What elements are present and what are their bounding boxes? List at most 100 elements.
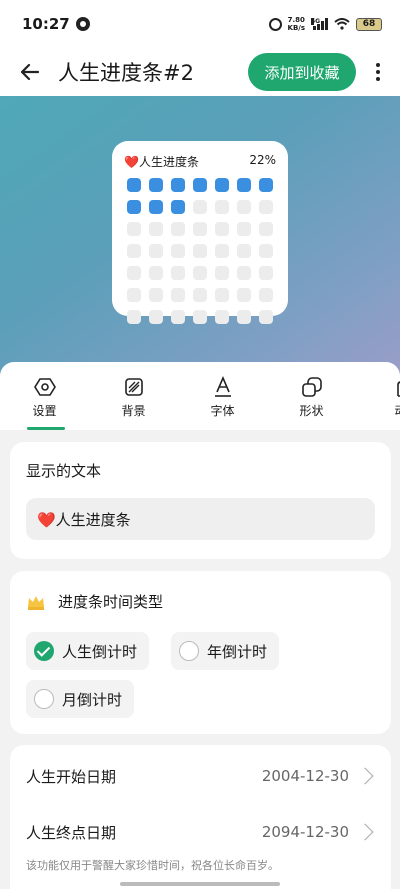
progress-dot-empty: [193, 288, 207, 302]
widget-header: ❤️人生进度条 22%: [124, 153, 276, 170]
progress-dot-empty: [237, 266, 251, 280]
add-to-favorites-button[interactable]: 添加到收藏: [248, 53, 356, 91]
progress-dot-empty: [215, 244, 229, 258]
progress-dot-empty: [215, 266, 229, 280]
progress-dot-empty: [149, 266, 163, 280]
status-indicators: 7.80 KB/s 5G 68: [268, 16, 382, 32]
tab-label: 动: [394, 402, 400, 419]
progress-dot-empty: [259, 244, 273, 258]
progress-dot-empty: [237, 288, 251, 302]
progress-dot-empty: [171, 222, 185, 236]
radio-unchecked-icon: [179, 641, 200, 661]
signal-tag: 5G: [311, 18, 321, 25]
progress-dot-empty: [149, 310, 163, 324]
radio-row: 月倒计时: [26, 680, 375, 718]
progress-dot-empty: [171, 244, 185, 258]
progress-dot-empty: [127, 310, 141, 324]
progress-dot-filled: [127, 178, 141, 192]
progress-dot-filled: [259, 178, 273, 192]
chevron-right-icon: [356, 767, 374, 785]
signal-icon: 5G: [311, 18, 328, 30]
widget-label: ❤️人生进度条: [124, 155, 199, 169]
progress-dot-grid: [127, 178, 276, 324]
progress-dot-empty: [237, 310, 251, 324]
widget-preview: ❤️人生进度条 22%: [0, 96, 400, 381]
display-text-card: 显示的文本 ❤️人生进度条: [10, 442, 391, 559]
start-date-row[interactable]: 人生开始日期 2004-12-30: [26, 745, 375, 807]
radio-life-countdown[interactable]: 人生倒计时: [26, 632, 150, 670]
progress-dot-filled: [237, 178, 251, 192]
display-text-title: 显示的文本: [26, 462, 102, 480]
progress-dot-empty: [193, 244, 207, 258]
progress-dot-filled: [127, 200, 141, 214]
tab-shape[interactable]: 形状: [267, 362, 356, 430]
progress-dot-empty: [193, 222, 207, 236]
settings-tabs: 设置 背景 字体 形状 动: [0, 362, 400, 430]
time-type-card: 进度条时间类型 人生倒计时 年倒计时 月倒计时: [10, 571, 391, 734]
more-options-icon[interactable]: [364, 63, 392, 81]
app-notification-icon: [75, 17, 90, 31]
progress-dot-empty: [259, 200, 273, 214]
progress-dot-empty: [127, 244, 141, 258]
wifi-icon: [334, 18, 350, 30]
progress-dot-empty: [215, 222, 229, 236]
radio-label: 月倒计时: [62, 690, 123, 709]
progress-dot-empty: [127, 288, 141, 302]
active-tab-indicator: [27, 427, 65, 430]
progress-dot-empty: [171, 310, 185, 324]
progress-dot-empty: [237, 200, 251, 214]
background-icon: [123, 376, 145, 398]
progress-dot-empty: [237, 222, 251, 236]
tab-background[interactable]: 背景: [89, 362, 178, 430]
radio-checked-icon: [34, 641, 54, 661]
shape-icon: [301, 376, 323, 398]
tab-label: 形状: [299, 404, 324, 418]
progress-dot-empty: [171, 266, 185, 280]
progress-dot-filled: [149, 178, 163, 192]
progress-dot-empty: [149, 222, 163, 236]
progress-dot-empty: [215, 200, 229, 214]
net-speed-value: 7.80: [287, 16, 305, 24]
home-indicator[interactable]: [120, 882, 280, 886]
progress-dot-empty: [127, 222, 141, 236]
radio-row: 人生倒计时 年倒计时: [26, 632, 375, 670]
hexagon-settings-icon: [33, 376, 56, 398]
progress-dot-filled: [171, 178, 185, 192]
radio-month-countdown[interactable]: 月倒计时: [26, 680, 135, 718]
display-text-input[interactable]: ❤️人生进度条: [26, 498, 375, 540]
radio-unchecked-icon: [34, 689, 54, 709]
progress-dot-empty: [193, 266, 207, 280]
end-date-value: 2094-12-30: [261, 823, 349, 841]
app-bar: 人生进度条#2 添加到收藏: [0, 48, 400, 96]
progress-dot-empty: [171, 288, 185, 302]
tab-label: 设置: [32, 404, 57, 418]
time-type-header: 进度条时间类型: [26, 591, 375, 612]
progress-dot-empty: [215, 310, 229, 324]
progress-dot-filled: [215, 178, 229, 192]
progress-widget: ❤️人生进度条 22%: [112, 141, 288, 324]
progress-dot-filled: [171, 200, 185, 214]
font-icon: [212, 376, 234, 398]
crown-icon: [28, 595, 44, 610]
widget-percent: 22%: [249, 153, 276, 167]
status-time: 10:27: [22, 15, 70, 33]
tab-motion[interactable]: 动: [356, 362, 400, 430]
radio-label: 年倒计时: [207, 642, 268, 661]
radio-label: 人生倒计时: [62, 642, 138, 661]
back-arrow-icon[interactable]: [10, 52, 50, 92]
tab-font[interactable]: 字体: [178, 362, 267, 430]
tab-label: 字体: [210, 404, 235, 418]
progress-dot-empty: [259, 222, 273, 236]
progress-dot-empty: [259, 288, 273, 302]
progress-dot-filled: [193, 178, 207, 192]
tab-label: 背景: [121, 404, 146, 418]
tab-settings[interactable]: 设置: [0, 362, 89, 430]
end-date-row[interactable]: 人生终点日期 2094-12-30: [26, 807, 375, 857]
progress-dot-empty: [149, 288, 163, 302]
status-bar: 10:27 7.80 KB/s 5G 68: [0, 0, 400, 48]
radio-year-countdown[interactable]: 年倒计时: [171, 632, 280, 670]
date-card: 人生开始日期 2004-12-30 人生终点日期 2094-12-30 该功能仅…: [10, 745, 391, 889]
motion-icon: [390, 376, 400, 398]
disclaimer-note: 该功能仅用于警醒大家珍惜时间，祝各位长命百岁。: [26, 859, 279, 872]
page-title: 人生进度条#2: [58, 61, 194, 85]
